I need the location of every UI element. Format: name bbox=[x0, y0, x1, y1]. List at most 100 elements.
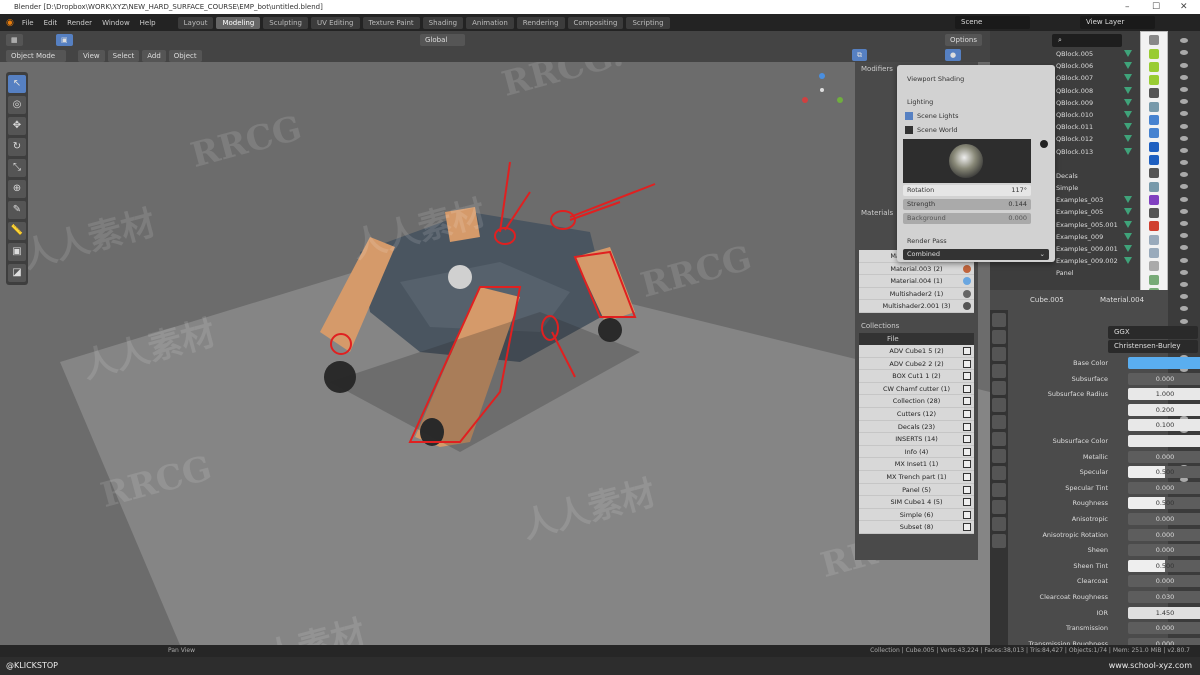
render-pass-dropdown[interactable]: Combined ⌄ bbox=[903, 249, 1049, 260]
viewport-menu-add[interactable]: Add bbox=[142, 50, 166, 62]
properties-tab-texture-icon[interactable] bbox=[992, 534, 1006, 548]
menu-render[interactable]: Render bbox=[67, 19, 92, 27]
property-value-field[interactable]: 0.000 bbox=[1128, 575, 1200, 588]
menu-edit[interactable]: Edit bbox=[44, 19, 58, 27]
annotation-tool-icon[interactable] bbox=[1149, 48, 1159, 59]
property-value-field[interactable]: 0.000 bbox=[1128, 513, 1200, 525]
cursor-tool-icon[interactable]: ◎ bbox=[8, 96, 26, 114]
visibility-eye-icon[interactable] bbox=[1180, 318, 1188, 324]
property-value-field[interactable]: 0.100 bbox=[1128, 419, 1200, 432]
annotation-tool-icon[interactable] bbox=[1149, 208, 1159, 219]
visibility-eye-icon[interactable] bbox=[1180, 160, 1188, 166]
property-value-field[interactable]: 0.030 bbox=[1128, 591, 1200, 603]
collection-toggle-icon[interactable] bbox=[963, 510, 971, 519]
visibility-eye-icon[interactable] bbox=[1180, 208, 1188, 214]
properties-tab-scene-icon[interactable] bbox=[992, 381, 1006, 395]
close-button[interactable]: ✕ bbox=[1180, 0, 1188, 14]
distribution-dropdown[interactable]: GGX bbox=[1108, 326, 1198, 339]
properties-tab-constraints-icon[interactable] bbox=[992, 483, 1006, 497]
annotation-tool-icon[interactable] bbox=[1149, 181, 1159, 192]
tab-compositing[interactable]: Compositing bbox=[567, 16, 624, 29]
select-box-tool-icon[interactable]: ↖ bbox=[8, 75, 26, 93]
annotation-tool-icon[interactable] bbox=[1149, 88, 1159, 99]
rotation-field[interactable]: Rotation 117° bbox=[903, 185, 1031, 196]
menu-help[interactable]: Help bbox=[140, 19, 156, 27]
visibility-eye-icon[interactable] bbox=[1180, 50, 1188, 56]
collection-item[interactable]: Cutters (12) bbox=[859, 408, 974, 421]
view-layer-selector[interactable]: View Layer bbox=[1080, 16, 1155, 29]
property-value-field[interactable]: 0.500 bbox=[1128, 559, 1200, 572]
visibility-eye-icon[interactable] bbox=[1180, 38, 1188, 44]
collection-toggle-icon[interactable] bbox=[963, 346, 971, 355]
visibility-eye-icon[interactable] bbox=[1180, 257, 1188, 263]
strength-field[interactable]: Strength 0.144 bbox=[903, 199, 1031, 210]
shading-rendered-button[interactable]: ● bbox=[945, 49, 962, 61]
property-value-field[interactable]: 0.000 bbox=[1128, 544, 1200, 557]
hdri-preview[interactable] bbox=[903, 139, 1031, 183]
scale-tool-icon[interactable]: ⤡ bbox=[8, 159, 26, 177]
extrude-tool-icon[interactable]: ◪ bbox=[8, 264, 26, 282]
collection-item[interactable]: SIM Cube1 4 (5) bbox=[859, 496, 974, 509]
menu-window[interactable]: Window bbox=[102, 19, 130, 27]
material-item[interactable]: Material.004 (1) bbox=[859, 275, 974, 288]
collection-toggle-icon[interactable] bbox=[963, 397, 971, 406]
properties-tab-output-icon[interactable] bbox=[992, 347, 1006, 361]
scene-world-checkbox[interactable] bbox=[905, 126, 913, 134]
collections-panel-header[interactable]: Collections bbox=[855, 319, 978, 333]
visibility-eye-icon[interactable] bbox=[1180, 123, 1188, 129]
collection-toggle-icon[interactable] bbox=[963, 498, 971, 507]
annotation-tool-icon[interactable] bbox=[1149, 115, 1159, 126]
visibility-eye-icon[interactable] bbox=[1180, 281, 1188, 287]
world-settings-icon[interactable] bbox=[1040, 140, 1048, 148]
collection-item[interactable]: MX Inset1 (1) bbox=[859, 458, 974, 471]
tab-scripting[interactable]: Scripting bbox=[626, 16, 670, 29]
collection-toggle-icon[interactable] bbox=[963, 409, 971, 418]
tab-uv-editing[interactable]: UV Editing bbox=[310, 16, 360, 29]
tab-sculpting[interactable]: Sculpting bbox=[263, 16, 308, 29]
properties-tab-tool-icon[interactable] bbox=[992, 313, 1006, 327]
viewport-menu-view[interactable]: View bbox=[78, 50, 105, 62]
tab-layout[interactable]: Layout bbox=[177, 16, 214, 29]
collections-filter[interactable]: File bbox=[859, 332, 974, 345]
property-value-field[interactable] bbox=[1128, 357, 1200, 369]
property-value-field[interactable]: 0.000 bbox=[1128, 372, 1200, 385]
collection-item[interactable]: Decals (23) bbox=[859, 421, 974, 434]
annotation-tool-icon[interactable] bbox=[1149, 274, 1159, 285]
transform-orientation-dropdown[interactable]: Global bbox=[420, 34, 465, 46]
properties-tab-world-icon[interactable] bbox=[992, 398, 1006, 412]
annotation-tool-icon[interactable] bbox=[1149, 234, 1159, 245]
property-value-field[interactable]: 0.000 bbox=[1128, 622, 1200, 635]
collection-toggle-icon[interactable] bbox=[963, 422, 971, 431]
annotation-tool-icon[interactable] bbox=[1149, 168, 1159, 179]
outliner-item[interactable]: QBlock.005 bbox=[990, 48, 1140, 60]
collection-toggle-icon[interactable] bbox=[963, 384, 971, 393]
annotation-tool-icon[interactable] bbox=[1149, 75, 1159, 86]
annotation-tool-icon[interactable] bbox=[1149, 141, 1159, 152]
outliner-search-input[interactable]: ⌕ bbox=[1052, 34, 1122, 47]
properties-tab-particles-icon[interactable] bbox=[992, 449, 1006, 463]
tab-rendering[interactable]: Rendering bbox=[516, 16, 565, 29]
visibility-eye-icon[interactable] bbox=[1180, 233, 1188, 239]
annotate-tool-icon[interactable]: ✎ bbox=[8, 201, 26, 219]
properties-tab-material-icon[interactable] bbox=[992, 517, 1006, 531]
visibility-eye-icon[interactable] bbox=[1180, 196, 1188, 202]
collection-toggle-icon[interactable] bbox=[963, 523, 971, 532]
measure-tool-icon[interactable]: 📏 bbox=[8, 222, 26, 240]
tab-shading[interactable]: Shading bbox=[422, 16, 464, 29]
visibility-eye-icon[interactable] bbox=[1180, 111, 1188, 117]
collection-toggle-icon[interactable] bbox=[963, 447, 971, 456]
properties-tab-data-icon[interactable] bbox=[992, 500, 1006, 514]
minimize-button[interactable]: – bbox=[1125, 0, 1130, 14]
collection-toggle-icon[interactable] bbox=[963, 372, 971, 381]
scene-selector[interactable]: Scene bbox=[955, 16, 1030, 29]
properties-tab-physics-icon[interactable] bbox=[992, 466, 1006, 480]
collection-toggle-icon[interactable] bbox=[963, 472, 971, 481]
property-value-field[interactable]: 0.200 bbox=[1128, 403, 1200, 416]
material-item[interactable]: Multishader2.001 (3) bbox=[859, 300, 974, 313]
visibility-eye-icon[interactable] bbox=[1180, 147, 1188, 153]
annotation-tool-icon[interactable] bbox=[1149, 261, 1159, 272]
navigation-gizmo[interactable] bbox=[802, 73, 843, 103]
visibility-eye-icon[interactable] bbox=[1180, 306, 1188, 312]
collection-item[interactable]: CW Chamf cutter (1) bbox=[859, 383, 974, 396]
collection-item[interactable]: ADV Cube2 2 (2) bbox=[859, 358, 974, 371]
